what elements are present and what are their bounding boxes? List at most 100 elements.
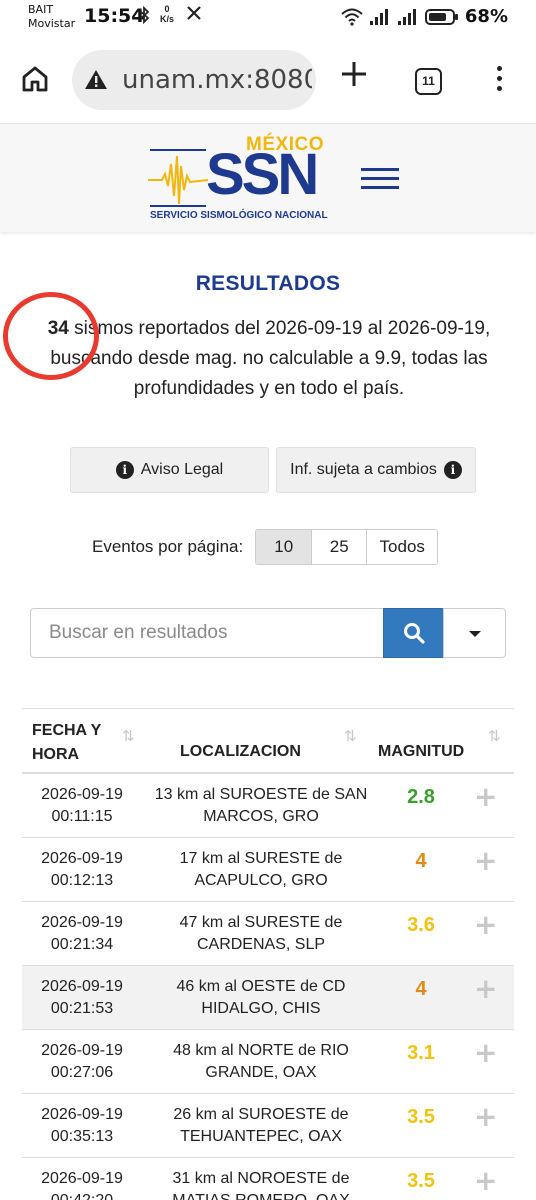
row-location-line1: 47 km al SURESTE de [179,914,343,931]
row-magnitude: 3.6 [407,914,435,936]
search-options-dropdown[interactable] [443,608,506,658]
row-time: 00:21:34 [50,936,114,953]
info-icon: i [115,461,134,479]
more-menu-icon[interactable] [494,66,504,96]
expand-row-icon[interactable]: + [474,972,497,1005]
row-location-line2: MATIAS ROMERO, OAX [152,1190,370,1200]
table-body: 2026-09-19 00:11:15 13 km al SUROESTE de S… [22,774,514,1200]
per-page-options: 10 25 Todos [255,529,439,565]
expand-row-icon[interactable]: + [474,1100,497,1133]
aviso-legal-button[interactable]: i Aviso Legal [70,447,269,493]
row-date: 2026-09-19 [41,1170,123,1187]
warning-icon[interactable] [84,68,108,92]
header-date-line2: HORA [32,746,80,763]
table-row[interactable]: 2026-09-19 00:21:53 46 km al OESTE de CD HI… [22,966,514,1030]
red-circle-annotation [3,292,99,380]
row-location-line2: HIDALGO, CHIS [201,1000,321,1017]
header-location[interactable]: LOCALIZACION [180,743,301,761]
row-location-line1: 48 km al NORTE de RIO [173,1042,349,1059]
sort-icon[interactable]: ⇅ [122,727,135,745]
header-magnitude[interactable]: MAGNITUD [378,743,464,761]
hamburger-menu-icon[interactable] [361,168,399,190]
row-time: 00:11:15 [51,808,113,825]
wifi-icon [341,8,363,26]
row-location: 17 km al SURESTE de ACAPULCO, GRO [152,848,370,892]
row-datetime: 2026-09-19 00:42:20 [22,1168,142,1200]
per-page-10[interactable]: 10 [256,530,313,564]
battery-icon [424,8,458,25]
signal-icon-2 [397,8,416,25]
row-location-line1: 26 km al SUROESTE de [173,1106,349,1123]
row-datetime: 2026-09-19 00:12:13 [22,848,142,892]
site-header: MÉXICO SSN SERVICIO SISMOLÓGICO NACIONAL [0,124,536,232]
table-row[interactable]: 2026-09-19 00:35:13 26 km al SUROESTE de TE… [22,1094,514,1158]
per-page-label: Eventos por página: [92,537,244,556]
address-bar[interactable]: unam.mx:8080 [72,50,316,110]
logo-subtitle: SERVICIO SISMOLÓGICO NACIONAL [150,210,328,221]
row-datetime: 2026-09-19 00:35:13 [22,1104,142,1148]
expand-row-icon[interactable]: + [474,780,497,813]
row-date: 2026-09-19 [41,850,123,867]
cambios-label: Inf. sujeta a cambios [290,461,437,478]
table-row[interactable]: 2026-09-19 00:27:06 48 km al NORTE de RIO G… [22,1030,514,1094]
url-text[interactable]: unam.mx:8080 [122,65,312,95]
row-datetime: 2026-09-19 00:27:06 [22,1040,142,1084]
row-datetime: 2026-09-19 00:11:15 [22,784,142,828]
expand-row-icon[interactable]: + [474,1036,497,1069]
row-time: 00:42:20 [22,1190,142,1200]
tab-switcher-button[interactable]: 11 [415,68,442,95]
row-date: 2026-09-19 [41,978,123,995]
data-speed-unit: K/s [160,14,175,24]
new-tab-icon[interactable] [340,60,368,94]
row-datetime: 2026-09-19 00:21:34 [22,912,142,956]
search-input[interactable] [30,608,384,658]
row-time: 00:21:53 [50,1000,114,1017]
home-icon[interactable] [20,64,50,94]
browser-toolbar: unam.mx:8080 11 [0,36,536,124]
table-row[interactable]: 2026-09-19 00:12:13 17 km al SURESTE de ACA… [22,838,514,902]
row-location-line1: 31 km al NOROESTE de [172,1170,350,1187]
table-row[interactable]: 2026-09-19 00:11:15 13 km al SUROESTE de S… [22,774,514,838]
x-app-icon [186,5,202,26]
header-date-line1: FECHA Y [32,722,102,739]
carrier-label: BAIT Movistar [28,3,75,31]
row-location-line2: MARCOS, GRO [203,808,319,825]
row-location: 46 km al OESTE de CD HIDALGO, CHIS [152,976,370,1020]
row-date: 2026-09-19 [41,1106,123,1123]
per-page-all[interactable]: Todos [367,530,438,564]
search-icon [404,623,425,644]
row-date: 2026-09-19 [41,914,123,931]
seismograph-wave-icon [148,149,208,207]
sort-icon[interactable]: ⇅ [344,727,357,745]
earthquake-table: FECHA Y HORA ⇅ LOCALIZACION ⇅ MAGNITUD ⇅… [22,708,514,1200]
row-location: 13 km al SUROESTE de SAN MARCOS, GRO [152,784,370,828]
row-time: 00:27:06 [50,1064,114,1081]
data-speed-value: 0 [164,4,170,14]
carrier-2: Movistar [28,17,76,30]
battery-percent: 68% [464,6,508,27]
search-button[interactable] [383,608,444,658]
row-magnitude: 3.5 [407,1170,435,1192]
row-location-line1: 17 km al SURESTE de [179,850,343,867]
per-page-25[interactable]: 25 [312,530,368,564]
per-page-selector: Eventos por página: 10 25 Todos [92,529,439,565]
table-row[interactable]: 2026-09-19 00:21:34 47 km al SURESTE de CAR… [22,902,514,966]
aviso-legal-label: Aviso Legal [140,461,224,478]
chevron-down-icon [469,631,481,637]
row-location-line2: CARDENAS, SLP [196,936,326,953]
carrier-1: BAIT [28,3,54,16]
row-location-line2: ACAPULCO, GRO [194,872,328,889]
row-location-line2: GRANDE, OAX [205,1064,317,1081]
sort-icon[interactable]: ⇅ [488,727,501,745]
clock: 15:54 [84,5,145,27]
ssn-logo[interactable]: MÉXICO SSN SERVICIO SISMOLÓGICO NACIONAL [148,132,328,224]
expand-row-icon[interactable]: + [474,1164,497,1197]
expand-row-icon[interactable]: + [474,844,497,877]
row-magnitude: 3.1 [407,1042,435,1064]
results-title: RESULTADOS [195,272,341,295]
cambios-button[interactable]: Inf. sujeta a cambios i [276,447,476,493]
data-speed: 0 K/s [160,4,174,24]
expand-row-icon[interactable]: + [474,908,497,941]
header-date[interactable]: FECHA Y HORA [32,719,101,767]
table-row[interactable]: 2026-09-19 00:42:20 31 km al NOROESTE de MA… [22,1158,514,1200]
